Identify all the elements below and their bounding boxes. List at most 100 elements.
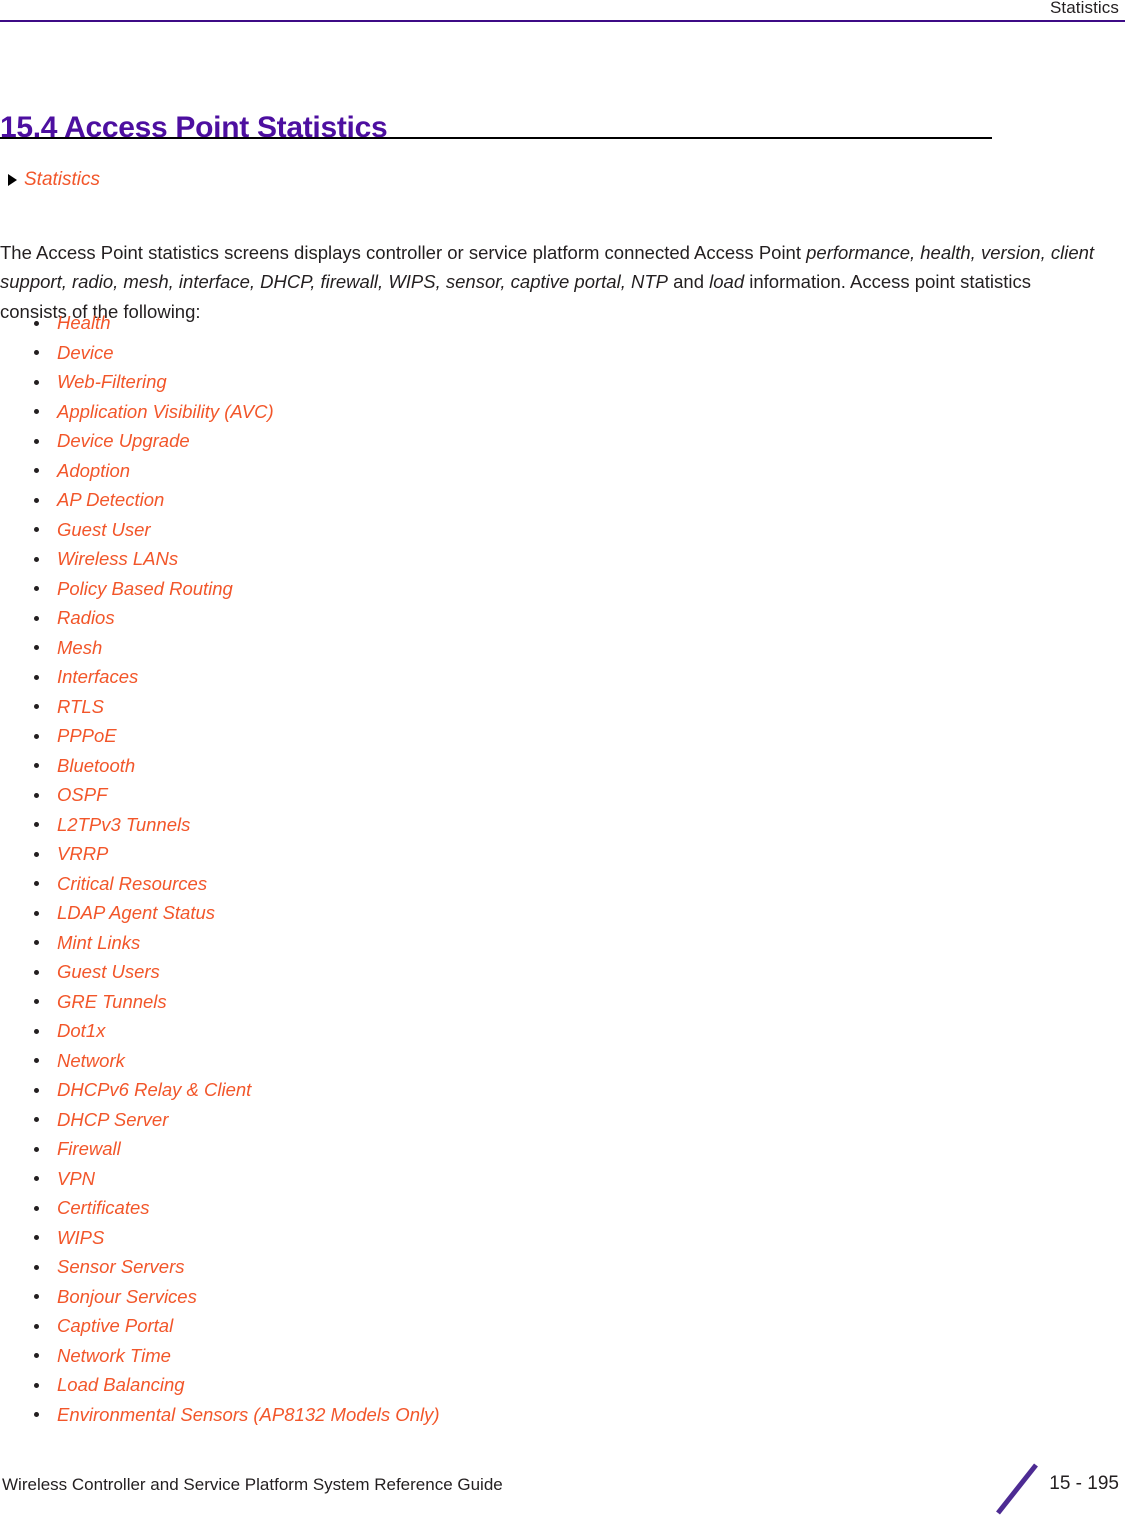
list-item-label[interactable]: Application Visibility (AVC) [57, 401, 274, 422]
list-item[interactable]: Dot1x [0, 1016, 440, 1046]
slash-decoration-icon [994, 1463, 1042, 1515]
list-item[interactable]: Captive Portal [0, 1311, 440, 1341]
list-item-label[interactable]: Bonjour Services [57, 1286, 197, 1307]
bullet-icon [34, 881, 39, 886]
list-item[interactable]: Network Time [0, 1341, 440, 1371]
list-item[interactable]: Radios [0, 603, 440, 633]
list-item-label[interactable]: Network Time [57, 1345, 171, 1366]
list-item[interactable]: DHCP Server [0, 1105, 440, 1135]
list-item-label[interactable]: DHCPv6 Relay & Client [57, 1079, 251, 1100]
list-item-label[interactable]: OSPF [57, 784, 107, 805]
bullet-icon [34, 1028, 39, 1034]
list-item[interactable]: PPPoE [0, 721, 440, 751]
list-item-label[interactable]: Load Balancing [57, 1374, 185, 1395]
bullet-icon [34, 1412, 39, 1417]
list-item-label[interactable]: DHCP Server [57, 1109, 168, 1130]
list-item-label[interactable]: AP Detection [57, 489, 164, 510]
list-item[interactable]: L2TPv3 Tunnels [0, 810, 440, 840]
bullet-icon [34, 1382, 39, 1388]
list-item-label[interactable]: VPN [57, 1168, 95, 1189]
list-item-label[interactable]: Interfaces [57, 666, 138, 687]
list-item-label[interactable]: Radios [57, 607, 115, 628]
page-number: 15 - 195 [1049, 1473, 1119, 1494]
list-item-label[interactable]: Guest Users [57, 961, 160, 982]
bullet-icon [34, 438, 39, 444]
list-item[interactable]: Device Upgrade [0, 426, 440, 456]
intro-text-2: and [667, 271, 710, 292]
list-item[interactable]: Network [0, 1046, 440, 1076]
list-item-label[interactable]: VRRP [57, 843, 108, 864]
list-item[interactable]: OSPF [0, 780, 440, 810]
list-item-label[interactable]: Wireless LANs [57, 548, 178, 569]
list-item[interactable]: Mesh [0, 633, 440, 663]
list-item[interactable]: Sensor Servers [0, 1252, 440, 1282]
list-item-label[interactable]: Bluetooth [57, 755, 135, 776]
list-item[interactable]: DHCPv6 Relay & Client [0, 1075, 440, 1105]
list-item-label[interactable]: Mint Links [57, 932, 140, 953]
list-item-label[interactable]: Environmental Sensors (AP8132 Models Onl… [57, 1404, 440, 1425]
running-head: Statistics [1049, 0, 1119, 17]
list-item-label[interactable]: L2TPv3 Tunnels [57, 814, 190, 835]
bullet-icon [34, 556, 39, 562]
bullet-icon [34, 350, 39, 355]
bullet-icon [34, 792, 39, 798]
list-item[interactable]: VRRP [0, 839, 440, 869]
list-item[interactable]: Environmental Sensors (AP8132 Models Onl… [0, 1400, 440, 1430]
list-item-label[interactable]: WIPS [57, 1227, 104, 1248]
list-item-label[interactable]: Device Upgrade [57, 430, 190, 451]
list-item[interactable]: Guest User [0, 515, 440, 545]
list-item-label[interactable]: Web-Filtering [57, 371, 167, 392]
list-item-label[interactable]: PPPoE [57, 725, 117, 746]
list-item-label[interactable]: GRE Tunnels [57, 991, 167, 1012]
list-item[interactable]: Mint Links [0, 928, 440, 958]
list-item[interactable]: Load Balancing [0, 1370, 440, 1400]
list-item-label[interactable]: Sensor Servers [57, 1256, 185, 1277]
bullet-icon [34, 1294, 39, 1299]
list-item-label[interactable]: Guest User [57, 519, 151, 540]
title-underline-rule [0, 137, 992, 139]
list-item[interactable]: Policy Based Routing [0, 574, 440, 604]
list-item-label[interactable]: RTLS [57, 696, 104, 717]
list-item[interactable]: Adoption [0, 456, 440, 486]
intro-emphasis-2: load [709, 271, 745, 292]
list-item[interactable]: Guest Users [0, 957, 440, 987]
page-title: 15.4 Access Point Statistics [0, 111, 388, 145]
list-item[interactable]: Critical Resources [0, 869, 440, 899]
list-item[interactable]: RTLS [0, 692, 440, 722]
list-item-label[interactable]: Mesh [57, 637, 102, 658]
list-item[interactable]: Firewall [0, 1134, 440, 1164]
bullet-icon [34, 1176, 39, 1181]
list-item-label[interactable]: Policy Based Routing [57, 578, 233, 599]
list-item[interactable]: LDAP Agent Status [0, 898, 440, 928]
list-item[interactable]: WIPS [0, 1223, 440, 1253]
bullet-icon [34, 733, 39, 739]
list-item[interactable]: Device [0, 338, 440, 368]
bullet-icon [34, 1146, 39, 1152]
list-item-label[interactable]: Adoption [57, 460, 130, 481]
list-item-label[interactable]: Firewall [57, 1138, 121, 1159]
related-link-label[interactable]: Statistics [24, 170, 100, 189]
list-item-label[interactable]: Network [57, 1050, 125, 1071]
bullet-icon [34, 379, 39, 385]
bullet-icon [34, 1058, 39, 1063]
list-item-label[interactable]: Captive Portal [57, 1315, 173, 1336]
list-item[interactable]: AP Detection [0, 485, 440, 515]
bullet-icon [34, 527, 39, 532]
list-item[interactable]: VPN [0, 1164, 440, 1194]
list-item[interactable]: Bluetooth [0, 751, 440, 781]
list-item-label[interactable]: Device [57, 342, 114, 363]
list-item[interactable]: Bonjour Services [0, 1282, 440, 1312]
related-link[interactable]: Statistics [8, 170, 100, 189]
list-item-label[interactable]: LDAP Agent Status [57, 902, 215, 923]
list-item-label[interactable]: Critical Resources [57, 873, 207, 894]
list-item-label[interactable]: Health [57, 312, 110, 333]
list-item[interactable]: GRE Tunnels [0, 987, 440, 1017]
list-item-label[interactable]: Dot1x [57, 1020, 105, 1041]
list-item-label[interactable]: Certificates [57, 1197, 150, 1218]
list-item[interactable]: Web-Filtering [0, 367, 440, 397]
list-item[interactable]: Wireless LANs [0, 544, 440, 574]
list-item[interactable]: Certificates [0, 1193, 440, 1223]
list-item[interactable]: Health [0, 308, 440, 338]
list-item[interactable]: Application Visibility (AVC) [0, 397, 440, 427]
list-item[interactable]: Interfaces [0, 662, 440, 692]
